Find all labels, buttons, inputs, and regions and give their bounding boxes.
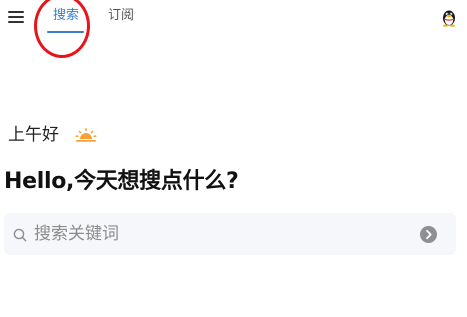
- menu-icon-line: [8, 16, 24, 18]
- arrow-right-circle-icon: [426, 229, 432, 240]
- search-box[interactable]: [4, 213, 456, 255]
- search-icon: [13, 227, 27, 242]
- menu-icon-line: [8, 11, 24, 13]
- menu-icon-line: [8, 21, 24, 23]
- highlight-circle-annotation: [34, 0, 90, 58]
- search-submit-button[interactable]: [420, 226, 437, 243]
- qq-penguin-icon[interactable]: [441, 7, 457, 27]
- greeting-text: 上午好: [8, 125, 59, 145]
- top-bar: 搜索 订阅: [0, 0, 467, 58]
- page-headline: Hello,今天想搜点什么?: [4, 169, 239, 194]
- search-input[interactable]: [34, 222, 414, 246]
- tab-subscribe[interactable]: 订阅: [108, 7, 134, 25]
- sunrise-icon: [75, 126, 97, 144]
- menu-icon[interactable]: [8, 10, 24, 24]
- search-home-page: 搜索 订阅 上午好 Hello,今天想搜点什么? 搜索关键词: [0, 0, 467, 317]
